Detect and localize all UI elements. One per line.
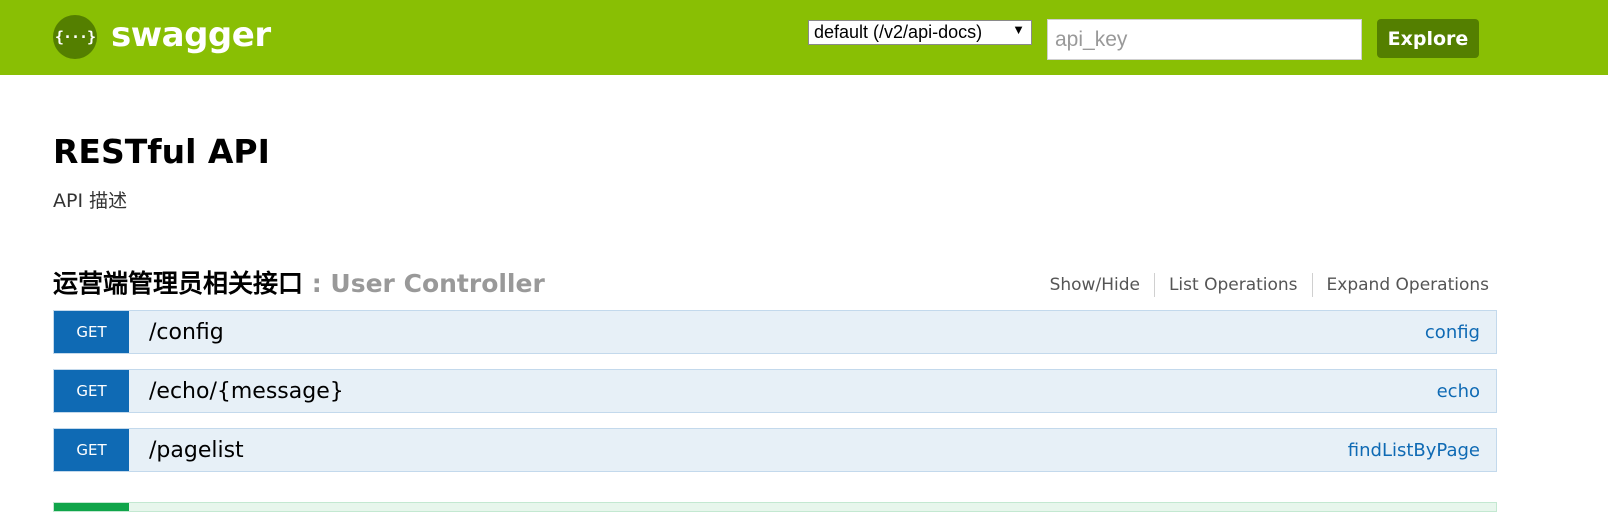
expand-operations-link[interactable]: Expand Operations bbox=[1313, 273, 1489, 297]
resource-name: 运营端管理员相关接口 bbox=[53, 269, 304, 298]
http-method-badge[interactable]: GET bbox=[54, 429, 129, 471]
operation-row[interactable]: GET /config config bbox=[53, 310, 1497, 354]
http-method-badge[interactable]: GET bbox=[54, 311, 129, 353]
swagger-logo-icon[interactable]: {···} bbox=[53, 15, 97, 59]
explore-button[interactable]: Explore bbox=[1377, 19, 1479, 58]
http-method-badge[interactable]: GET bbox=[54, 370, 129, 412]
operation-path[interactable]: /config bbox=[129, 311, 1425, 353]
spec-select[interactable]: default (/v2/api-docs) ▼ bbox=[808, 20, 1032, 45]
api-title: RESTful API bbox=[53, 132, 270, 171]
top-bar: {···} swagger default (/v2/api-docs) ▼ E… bbox=[0, 0, 1608, 75]
list-operations-link[interactable]: List Operations bbox=[1155, 273, 1312, 297]
operation-row[interactable]: GET /echo/{message} echo bbox=[53, 369, 1497, 413]
operation-path[interactable]: /echo/{message} bbox=[129, 370, 1437, 412]
operation-row[interactable]: GET /pagelist findListByPage bbox=[53, 428, 1497, 472]
brand-name[interactable]: swagger bbox=[111, 12, 271, 58]
operation-name-link[interactable]: config bbox=[1425, 311, 1496, 353]
api-description: API 描述 bbox=[53, 190, 128, 212]
resource-options: Show/Hide List Operations Expand Operati… bbox=[1036, 273, 1489, 297]
controller-name: User Controller bbox=[330, 269, 545, 298]
api-key-input[interactable] bbox=[1047, 19, 1362, 60]
operation-name-link[interactable]: echo bbox=[1437, 370, 1496, 412]
operation-row-partial[interactable] bbox=[53, 502, 1497, 512]
http-method-badge[interactable] bbox=[54, 503, 129, 511]
spec-select-value: default (/v2/api-docs) bbox=[814, 22, 983, 42]
dropdown-arrow-icon: ▼ bbox=[1012, 22, 1025, 37]
resource-separator: : bbox=[303, 269, 331, 298]
operation-path[interactable]: /pagelist bbox=[129, 429, 1348, 471]
operation-name-link[interactable]: findListByPage bbox=[1348, 429, 1496, 471]
show-hide-link[interactable]: Show/Hide bbox=[1036, 273, 1154, 297]
resource-heading[interactable]: 运营端管理员相关接口 : User Controller bbox=[53, 267, 545, 301]
